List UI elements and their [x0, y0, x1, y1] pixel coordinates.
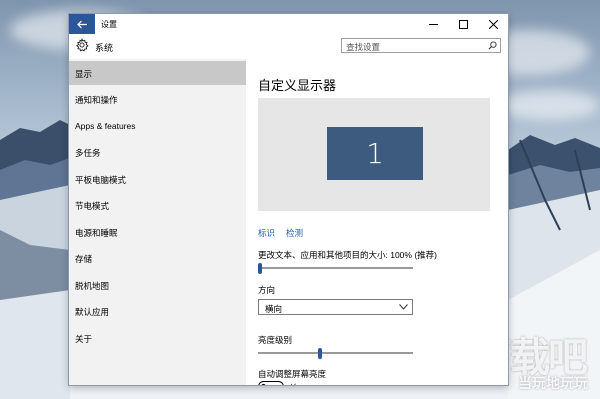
- maximize-button[interactable]: [448, 14, 478, 34]
- sidebar-item-label: 节电模式: [75, 201, 110, 211]
- toggle-knob: [261, 383, 266, 385]
- close-icon: [488, 19, 498, 29]
- settings-header: 系统 查找设置: [69, 34, 508, 59]
- gear-icon: [76, 38, 89, 52]
- minimize-icon: [428, 23, 438, 25]
- close-button[interactable]: [478, 14, 508, 34]
- minimize-button[interactable]: [418, 14, 448, 34]
- search-input[interactable]: 查找设置: [341, 38, 501, 53]
- sidebar-item-label: 默认应用: [75, 307, 110, 317]
- sidebar-item-default-apps[interactable]: 默认应用: [69, 299, 246, 323]
- sidebar-item-display[interactable]: 显示: [69, 61, 246, 85]
- settings-window: 设置 系统 查找设置 显示 通知和操作 Apps & features 多任务 …: [69, 14, 508, 385]
- sidebar-item-notifications[interactable]: 通知和操作: [69, 87, 246, 111]
- brightness-slider[interactable]: [258, 347, 413, 359]
- page-title: 自定义显示器: [258, 78, 337, 93]
- sidebar-item-label: 存储: [75, 254, 93, 264]
- search-icon[interactable]: [488, 41, 497, 50]
- section-title: 系统: [95, 43, 114, 53]
- scale-slider[interactable]: [258, 262, 413, 274]
- sidebar-item-label: 平板电脑模式: [75, 175, 127, 185]
- auto-brightness-toggle[interactable]: [258, 381, 284, 385]
- window-title: 设置: [101, 20, 117, 29]
- chevron-down-icon: [399, 304, 408, 310]
- watermark-small-text: 当玩地玩玩: [518, 376, 588, 392]
- title-bar: 设置: [69, 14, 508, 34]
- scale-slider-thumb[interactable]: [258, 262, 262, 274]
- sidebar-item-battery-saver[interactable]: 节电模式: [69, 193, 246, 217]
- sidebar-item-multitasking[interactable]: 多任务: [69, 140, 246, 164]
- sidebar-item-label: 脱机地图: [75, 281, 110, 291]
- sidebar-item-label: 显示: [75, 69, 93, 79]
- sidebar-item-about[interactable]: 关于: [69, 326, 246, 350]
- sidebar-item-power-sleep[interactable]: 电源和睡眠: [69, 220, 246, 244]
- orientation-dropdown[interactable]: 横向: [258, 299, 413, 315]
- orientation-label: 方向: [258, 285, 276, 295]
- sidebar-item-tablet-mode[interactable]: 平板电脑模式: [69, 167, 246, 191]
- sidebar-item-label: 多任务: [75, 148, 101, 158]
- maximize-icon: [458, 19, 468, 29]
- sidebar-item-apps-features[interactable]: Apps & features: [69, 114, 246, 138]
- back-button[interactable]: [69, 14, 95, 34]
- sidebar-item-storage[interactable]: 存储: [69, 246, 246, 270]
- auto-brightness-state: 关: [289, 382, 298, 385]
- sidebar-item-label: 电源和睡眠: [75, 228, 118, 238]
- monitor-tile[interactable]: 1: [327, 127, 423, 180]
- display-preview-area: 1: [258, 98, 490, 211]
- display-settings-panel: 自定义显示器 1 标识 检测 更改文本、应用和其他项目的大小: 100% (推荐…: [246, 59, 508, 385]
- identify-link[interactable]: 标识: [258, 227, 275, 239]
- sidebar: 显示 通知和操作 Apps & features 多任务 平板电脑模式 节电模式…: [69, 59, 246, 385]
- scale-label: 更改文本、应用和其他项目的大小: 100% (推荐): [258, 250, 437, 260]
- auto-brightness-label: 自动调整屏幕亮度: [258, 369, 327, 379]
- search-placeholder: 查找设置: [346, 42, 381, 52]
- brightness-label: 亮度级别: [258, 335, 293, 345]
- sidebar-item-label: Apps & features: [75, 121, 136, 131]
- sidebar-item-label: 通知和操作: [75, 95, 118, 105]
- brightness-slider-thumb[interactable]: [318, 347, 323, 359]
- sidebar-item-label: 关于: [75, 334, 93, 344]
- detect-link[interactable]: 检测: [286, 227, 303, 239]
- orientation-value: 横向: [265, 304, 283, 314]
- arrow-left-icon: [76, 20, 87, 28]
- sidebar-item-offline-maps[interactable]: 脱机地图: [69, 273, 246, 297]
